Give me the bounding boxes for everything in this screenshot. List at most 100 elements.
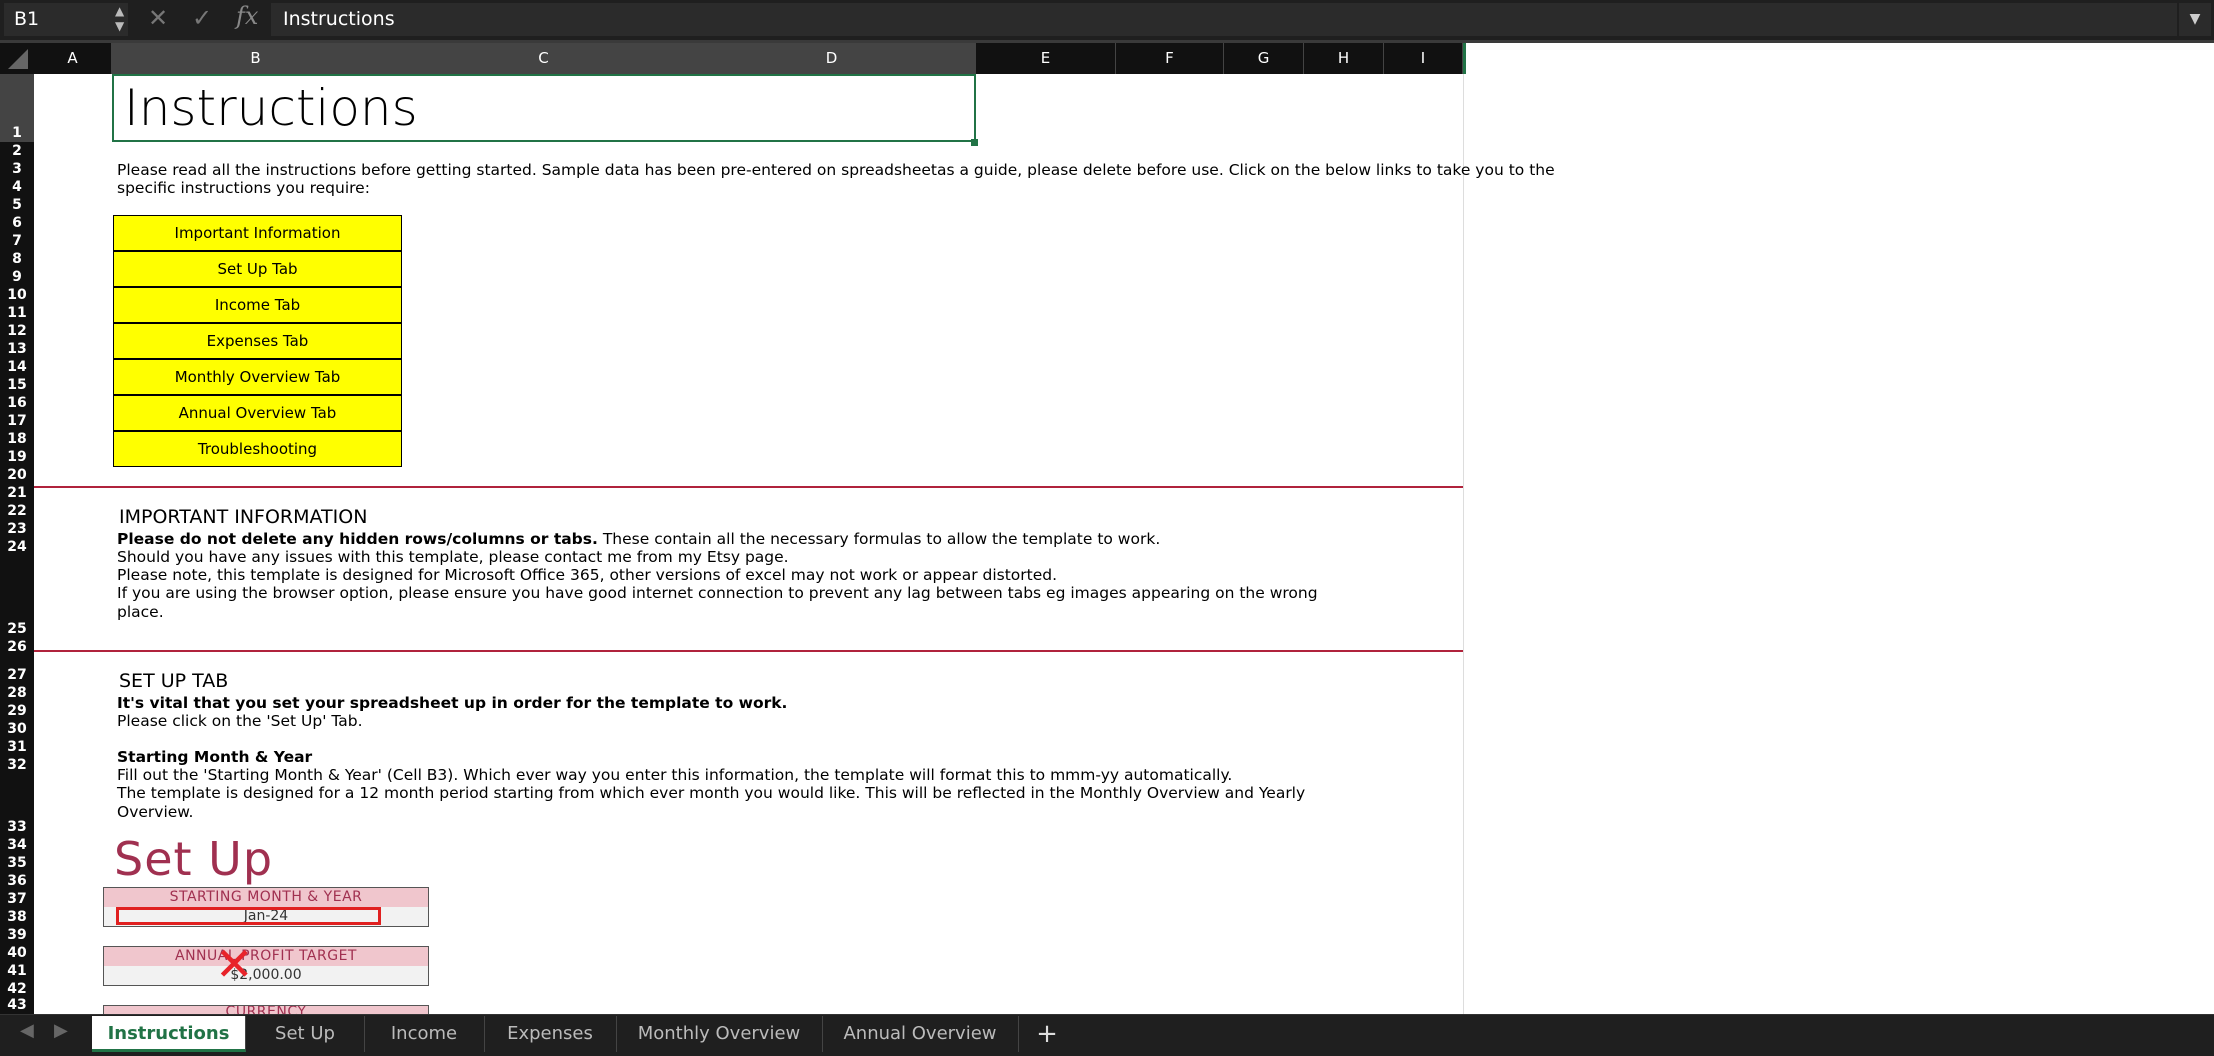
row-header[interactable]: 31 — [0, 738, 34, 756]
page-title[interactable]: Instructions — [112, 74, 976, 142]
row-header[interactable]: 16 — [0, 394, 34, 412]
link-expenses-tab[interactable]: Expenses Tab — [113, 323, 402, 359]
row-header[interactable]: 24 — [0, 538, 34, 556]
select-all-corner[interactable] — [0, 43, 34, 74]
important-line-1: Please do not delete any hidden rows/col… — [117, 530, 1160, 548]
row-header[interactable]: 29 — [0, 702, 34, 720]
important-heading: IMPORTANT INFORMATION — [119, 506, 368, 528]
column-header-g[interactable]: G — [1224, 43, 1304, 74]
row-header[interactable]: 38 — [0, 908, 34, 926]
confirm-icon[interactable]: ✓ — [192, 4, 212, 32]
row-header[interactable]: 10 — [0, 286, 34, 304]
tab-expenses[interactable]: Expenses — [484, 1016, 617, 1052]
row-header[interactable]: 11 — [0, 304, 34, 322]
row-header[interactable]: 23 — [0, 520, 34, 538]
name-box[interactable]: B1 — [4, 3, 128, 36]
row-header[interactable]: 7 — [0, 232, 34, 250]
tab-scroll-left-icon[interactable]: ◀ — [20, 1020, 34, 1041]
important-line-4: If you are using the browser option, ple… — [117, 584, 1318, 602]
row-header[interactable]: 37 — [0, 890, 34, 908]
profit-target-label: ANNUAL PROFIT TARGET — [104, 947, 428, 966]
row-header[interactable]: 42 — [0, 980, 34, 998]
tab-instructions[interactable]: Instructions — [92, 1016, 246, 1052]
link-monthly-overview-tab[interactable]: Monthly Overview Tab — [113, 359, 402, 395]
row-header[interactable]: 28 — [0, 684, 34, 702]
spin-down-icon[interactable]: ▼ — [115, 19, 124, 33]
row-header[interactable]: 20 — [0, 466, 34, 484]
empty-pane — [1463, 74, 2214, 1014]
row-header[interactable]: 8 — [0, 250, 34, 268]
setup-line-1: It's vital that you set your spreadsheet… — [117, 694, 788, 712]
cancel-icon[interactable]: ✕ — [148, 4, 168, 32]
row-header[interactable]: 35 — [0, 854, 34, 872]
frozen-pane-divider — [1463, 43, 1466, 74]
column-header-f[interactable]: F — [1116, 43, 1224, 74]
row-header[interactable]: 32 — [0, 756, 34, 774]
row-header[interactable]: 30 — [0, 720, 34, 738]
row-header[interactable]: 6 — [0, 214, 34, 232]
tab-monthly-overview[interactable]: Monthly Overview — [616, 1016, 823, 1052]
row-header[interactable]: 43 — [0, 998, 34, 1014]
row-header[interactable]: 41 — [0, 962, 34, 980]
row-header[interactable]: 34 — [0, 836, 34, 854]
link-set-up-tab[interactable]: Set Up Tab — [113, 251, 402, 287]
intro-line-1: Please read all the instructions before … — [117, 161, 1555, 179]
row-header[interactable]: 40 — [0, 944, 34, 962]
row-header[interactable]: 25 — [0, 556, 34, 638]
link-important-information[interactable]: Important Information — [113, 215, 402, 251]
row-header[interactable]: 5 — [0, 196, 34, 214]
link-annual-overview-tab[interactable]: Annual Overview Tab — [113, 395, 402, 431]
row-header[interactable]: 3 — [0, 160, 34, 178]
row-header[interactable]: 15 — [0, 376, 34, 394]
row-header[interactable]: 4 — [0, 178, 34, 196]
tab-set-up[interactable]: Set Up — [246, 1016, 365, 1052]
row-header[interactable]: 36 — [0, 872, 34, 890]
section-divider — [34, 650, 1463, 652]
setup-image-title: Set Up — [114, 832, 274, 886]
link-troubleshooting[interactable]: Troubleshooting — [113, 431, 402, 467]
tab-scroll-right-icon[interactable]: ▶ — [54, 1020, 68, 1041]
profit-target-value: $2,000.00 — [104, 966, 428, 985]
row-header[interactable]: 19 — [0, 448, 34, 466]
row-header[interactable]: 18 — [0, 430, 34, 448]
setup-line-4: The template is designed for a 12 month … — [117, 784, 1306, 802]
row-header[interactable]: 27 — [0, 656, 34, 684]
column-header-c[interactable]: C — [400, 43, 688, 74]
row-header[interactable]: 1 — [0, 74, 34, 142]
row-header[interactable]: 2 — [0, 142, 34, 160]
column-header-b[interactable]: B — [112, 43, 400, 74]
spin-up-icon[interactable]: ▲ — [115, 4, 124, 18]
tab-annual-overview[interactable]: Annual Overview — [822, 1016, 1019, 1052]
important-line-1-rest: These contain all the necessary formulas… — [597, 530, 1161, 548]
function-icon[interactable]: fx — [236, 2, 258, 30]
fill-handle[interactable] — [971, 139, 978, 146]
row-header[interactable]: 26 — [0, 638, 34, 656]
important-line-1-bold: Please do not delete any hidden rows/col… — [117, 530, 598, 548]
important-line-3: Please note, this template is designed f… — [117, 566, 1058, 584]
important-line-5: place. — [117, 603, 164, 621]
profit-target-box: ANNUAL PROFIT TARGET $2,000.00 — [103, 946, 429, 986]
row-header[interactable]: 14 — [0, 358, 34, 376]
setup-subheading: Starting Month & Year — [117, 748, 313, 766]
link-income-tab[interactable]: Income Tab — [113, 287, 402, 323]
formula-input[interactable]: Instructions — [271, 3, 2177, 36]
expand-formula-icon[interactable]: ▼ — [2179, 3, 2211, 36]
highlight-outline — [116, 907, 381, 925]
row-header[interactable]: 9 — [0, 268, 34, 286]
cross-mark-icon: ✕ — [215, 937, 254, 991]
row-header[interactable]: 33 — [0, 774, 34, 836]
row-header[interactable]: 21 — [0, 484, 34, 502]
row-header[interactable]: 22 — [0, 502, 34, 520]
column-header-d[interactable]: D — [688, 43, 976, 74]
row-header[interactable]: 39 — [0, 926, 34, 944]
section-divider — [34, 486, 1463, 488]
row-header[interactable]: 12 — [0, 322, 34, 340]
column-header-h[interactable]: H — [1304, 43, 1384, 74]
row-header[interactable]: 17 — [0, 412, 34, 430]
column-header-a[interactable]: A — [34, 43, 112, 74]
row-header[interactable]: 13 — [0, 340, 34, 358]
column-header-i[interactable]: I — [1384, 43, 1463, 74]
add-sheet-icon[interactable]: + — [1021, 1016, 1073, 1052]
column-header-e[interactable]: E — [976, 43, 1116, 74]
tab-income[interactable]: Income — [364, 1016, 485, 1052]
